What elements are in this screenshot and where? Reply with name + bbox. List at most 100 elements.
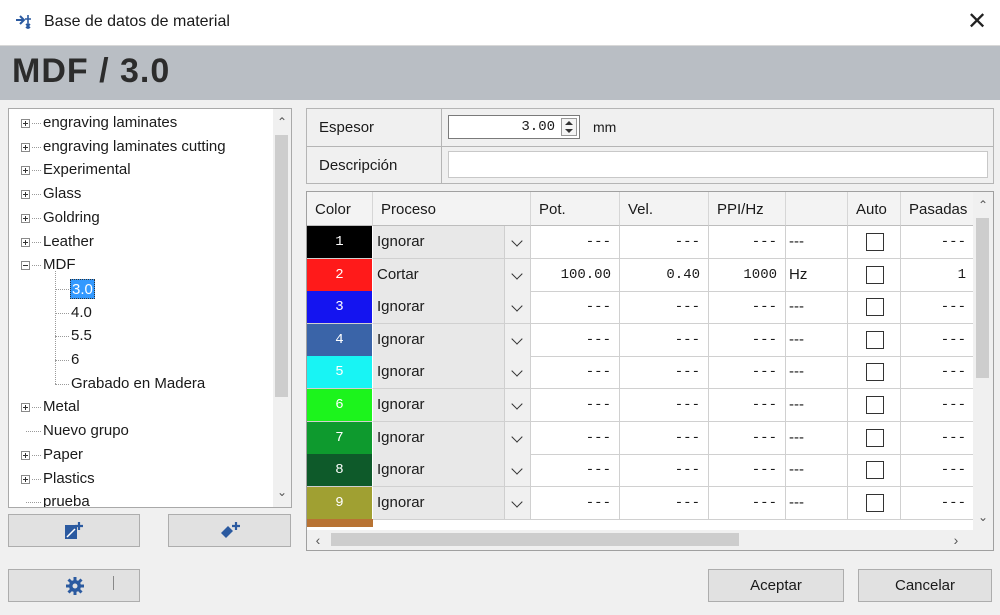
auto-checkbox[interactable] (866, 493, 884, 512)
chevron-down-icon[interactable] (504, 291, 530, 324)
auto-checkbox[interactable] (866, 233, 884, 251)
add-material-button[interactable] (8, 514, 140, 547)
tree-group-item[interactable]: MDF (9, 254, 273, 276)
column-header[interactable]: Pot. (531, 192, 620, 226)
power-cell[interactable]: --- (531, 226, 620, 259)
expand-icon[interactable] (21, 403, 30, 413)
chevron-down-icon[interactable] (504, 323, 530, 356)
description-input[interactable] (448, 151, 988, 178)
material-tree[interactable]: engraving laminates engraving laminates c… (8, 108, 292, 508)
tree-group-item[interactable]: engraving laminates (9, 112, 273, 134)
tree-scrollbar[interactable]: ⌃ ⌄ (273, 109, 291, 507)
tree-material-item[interactable]: Grabado en Madera (9, 373, 273, 395)
process-select[interactable]: Ignorar (373, 226, 531, 259)
process-select[interactable]: Ignorar (373, 421, 531, 455)
accept-button[interactable]: Aceptar (708, 569, 844, 602)
column-header[interactable] (786, 192, 848, 226)
collapse-icon[interactable] (21, 261, 30, 271)
passes-cell[interactable]: --- (901, 389, 975, 422)
speed-cell[interactable]: --- (620, 486, 709, 520)
thickness-spinner[interactable] (561, 118, 577, 136)
process-select[interactable]: Ignorar (373, 356, 531, 390)
unit-cell[interactable]: --- (786, 356, 848, 390)
expand-icon[interactable] (21, 190, 30, 200)
speed-cell[interactable]: --- (620, 323, 709, 357)
tree-group-item[interactable]: prueba (9, 491, 273, 507)
auto-checkbox[interactable] (866, 265, 884, 284)
scroll-up-icon[interactable]: ⌃ (273, 115, 291, 129)
scroll-down-icon[interactable]: ⌄ (273, 485, 291, 499)
power-cell[interactable]: --- (531, 356, 620, 390)
unit-cell[interactable]: --- (786, 291, 848, 325)
speed-cell[interactable]: --- (620, 454, 709, 488)
power-cell[interactable]: --- (531, 323, 620, 357)
ppi-cell[interactable]: --- (709, 389, 786, 422)
passes-cell[interactable]: --- (901, 226, 975, 259)
process-select[interactable]: Ignorar (373, 291, 531, 325)
auto-checkbox[interactable] (866, 396, 884, 414)
auto-checkbox[interactable] (866, 363, 884, 382)
scroll-thumb[interactable] (976, 218, 989, 378)
scroll-left-icon[interactable]: ‹ (309, 532, 327, 548)
column-header[interactable]: PPI/Hz (709, 192, 786, 226)
passes-cell[interactable]: --- (901, 454, 975, 488)
cancel-button[interactable]: Cancelar (858, 569, 992, 602)
unit-cell[interactable]: --- (786, 486, 848, 520)
passes-cell[interactable]: --- (901, 323, 975, 357)
unit-cell[interactable]: --- (786, 421, 848, 455)
power-cell[interactable]: --- (531, 454, 620, 488)
tree-group-item[interactable]: engraving laminates cutting (9, 136, 273, 158)
power-cell[interactable]: --- (531, 389, 620, 422)
power-cell[interactable]: 100.00 (531, 258, 620, 292)
scroll-right-icon[interactable]: › (947, 532, 965, 548)
speed-cell[interactable]: --- (620, 421, 709, 455)
speed-cell[interactable]: --- (620, 291, 709, 325)
process-select[interactable]: Ignorar (373, 323, 531, 357)
unit-cell[interactable]: --- (786, 323, 848, 357)
speed-cell[interactable]: --- (620, 356, 709, 390)
tree-material-item[interactable]: 5.5 (9, 325, 273, 347)
unit-cell[interactable]: --- (786, 454, 848, 488)
process-select[interactable]: Cortar (373, 258, 531, 292)
ppi-cell[interactable]: --- (709, 486, 786, 520)
settings-button[interactable] (8, 569, 140, 602)
expand-icon[interactable] (21, 119, 30, 128)
tree-group-item[interactable]: Nuevo grupo (9, 420, 273, 442)
power-cell[interactable]: --- (531, 421, 620, 455)
passes-cell[interactable]: --- (901, 486, 975, 520)
chevron-down-icon[interactable] (504, 454, 530, 487)
expand-icon[interactable] (21, 450, 30, 460)
scroll-down-icon[interactable]: ⌄ (974, 510, 992, 524)
auto-checkbox[interactable] (866, 461, 884, 480)
tree-group-item[interactable]: Paper (9, 444, 273, 466)
speed-cell[interactable]: 0.40 (620, 258, 709, 292)
chevron-down-icon[interactable] (504, 356, 530, 389)
ppi-cell[interactable]: --- (709, 323, 786, 357)
passes-cell[interactable]: --- (901, 356, 975, 390)
scroll-thumb[interactable] (275, 135, 288, 397)
column-header[interactable]: Auto (848, 192, 901, 226)
tree-group-item[interactable]: Plastics (9, 468, 273, 490)
spin-up-icon[interactable] (565, 121, 573, 125)
unit-cell[interactable]: --- (786, 389, 848, 422)
ppi-cell[interactable]: --- (709, 454, 786, 488)
column-header[interactable]: Color (307, 192, 373, 226)
tree-group-item[interactable]: Experimental (9, 159, 273, 181)
chevron-down-icon[interactable] (504, 421, 530, 454)
tree-group-item[interactable]: Glass (9, 183, 273, 205)
tree-material-item[interactable]: 4.0 (9, 302, 273, 324)
tree-group-item[interactable]: Goldring (9, 207, 273, 229)
chevron-down-icon[interactable] (504, 226, 530, 258)
unit-cell[interactable]: Hz (786, 258, 848, 292)
power-cell[interactable]: --- (531, 486, 620, 520)
spin-down-icon[interactable] (565, 129, 573, 133)
tree-group-item[interactable]: Leather (9, 231, 273, 253)
chevron-down-icon[interactable] (504, 258, 530, 291)
ppi-cell[interactable]: --- (709, 226, 786, 259)
passes-cell[interactable]: --- (901, 421, 975, 455)
expand-icon[interactable] (21, 213, 30, 223)
ppi-cell[interactable]: 1000 (709, 258, 786, 292)
column-header[interactable]: Proceso (373, 192, 531, 226)
chevron-down-icon[interactable] (504, 389, 530, 421)
passes-cell[interactable]: 1 (901, 258, 975, 292)
